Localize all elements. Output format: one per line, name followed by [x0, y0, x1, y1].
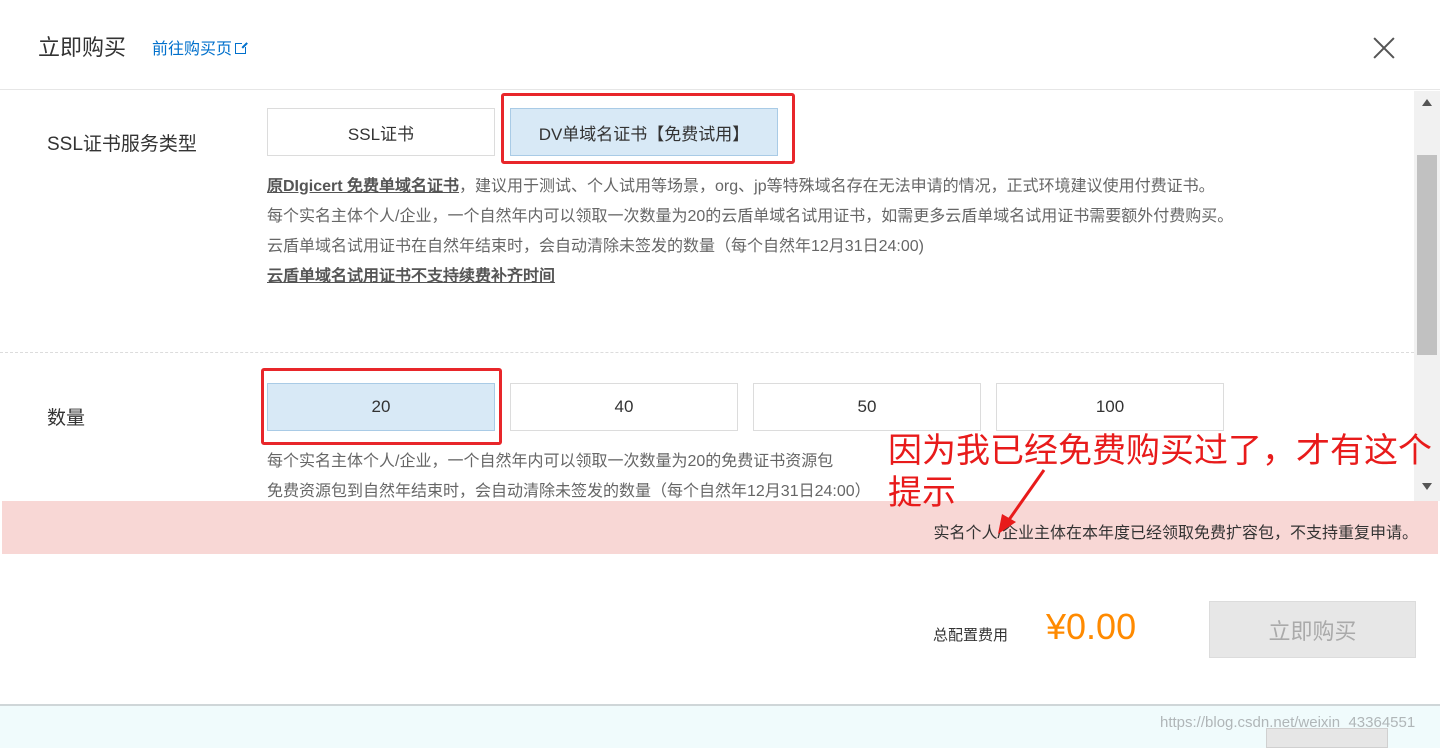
total-cost-label: 总配置费用 [933, 627, 1009, 644]
scrollbar-thumb[interactable] [1417, 155, 1437, 355]
purchase-dialog: 立即购买 前往购买页 SSL证书服务类型 SSL证书 DV单域名证书【免费试用】… [0, 0, 1440, 706]
ssl-desc-line4: 云盾单域名试用证书不支持续费补齐时间 [267, 262, 1233, 292]
option-qty-20[interactable]: 20 [267, 383, 495, 431]
close-icon[interactable] [1370, 34, 1398, 62]
scroll-up-arrow-icon[interactable] [1422, 99, 1432, 106]
total-price: ¥0.00 [1046, 606, 1137, 647]
qty-desc-line1: 每个实名主体个人/企业，一个自然年内可以领取一次数量为20的免费证书资源包 [267, 453, 834, 470]
ssl-type-section: SSL证书服务类型 SSL证书 DV单域名证书【免费试用】 原DIgicert … [0, 91, 1414, 353]
ssl-description: 原DIgicert 免费单域名证书，建议用于测试、个人试用等场景，org、jp等… [267, 172, 1233, 292]
option-qty-100[interactable]: 100 [996, 383, 1224, 431]
annotation-text: 因为我已经免费购买过了，才有这个提示 [888, 432, 1432, 512]
quantity-label: 数量 [47, 408, 86, 429]
option-dv-free-trial[interactable]: DV单域名证书【免费试用】 [510, 108, 778, 156]
option-qty-50[interactable]: 50 [753, 383, 981, 431]
dialog-title: 立即购买 [38, 35, 127, 60]
ssl-type-label: SSL证书服务类型 [47, 134, 197, 155]
external-link-icon [235, 41, 249, 54]
qty-desc-line2: 免费资源包到自然年结束时，会自动清除未签发的数量（每个自然年12月31日24:0… [267, 483, 871, 500]
ssl-desc-line2: 每个实名主体个人/企业，一个自然年内可以领取一次数量为20的云盾单域名试用证书，… [267, 208, 1234, 225]
annotation-arrow-icon [998, 469, 1046, 534]
ssl-desc-rest: ，建议用于测试、个人试用等场景，org、jp等特殊域名存在无法申请的情况，正式环… [459, 178, 1215, 195]
ssl-desc-line3: 云盾单域名试用证书在自然年结束时，会自动清除未签发的数量（每个自然年12月31日… [267, 238, 924, 255]
ssl-desc-bold-2: 云盾单域名试用证书不支持续费补齐时间 [267, 268, 556, 285]
buy-now-button[interactable]: 立即购买 [1209, 601, 1416, 658]
ssl-desc-line1: 原DIgicert 免费单域名证书，建议用于测试、个人试用等场景，org、jp等… [267, 172, 1233, 202]
option-ssl-cert[interactable]: SSL证书 [267, 108, 495, 156]
ssl-desc-bold: 原DIgicert 免费单域名证书 [267, 178, 460, 195]
dialog-header: 立即购买 前往购买页 [0, 0, 1440, 90]
quantity-description: 每个实名主体个人/企业，一个自然年内可以领取一次数量为20的免费证书资源包 免费… [267, 447, 871, 501]
background-button [1266, 728, 1388, 748]
buy-page-link-label: 前往购买页 [152, 41, 233, 58]
buy-page-link[interactable]: 前往购买页 [152, 35, 249, 59]
option-qty-40[interactable]: 40 [510, 383, 738, 431]
